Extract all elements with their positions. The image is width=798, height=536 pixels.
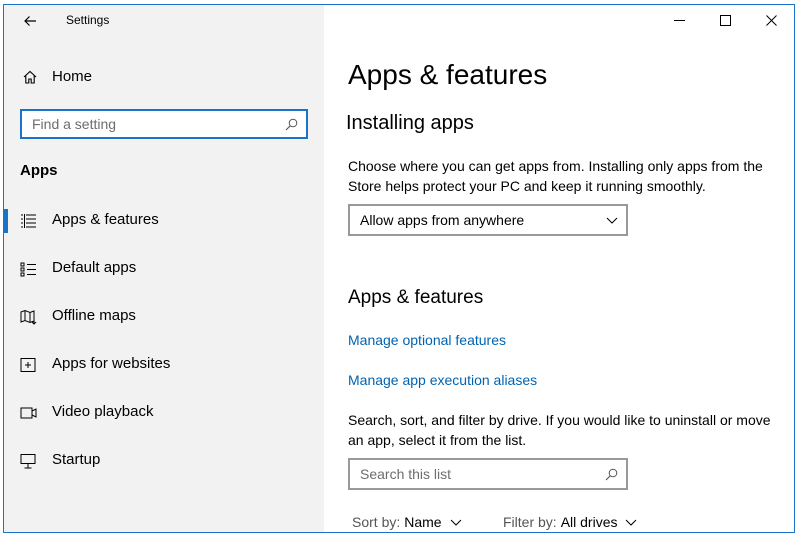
- installing-apps-heading: Installing apps: [346, 112, 474, 134]
- settings-window: Settings Home Apps Apps & feat: [3, 4, 795, 533]
- filter-dropdown[interactable]: Filter by: All drives: [503, 514, 637, 530]
- chevron-down-icon: [606, 217, 618, 224]
- chevron-down-icon: [626, 519, 637, 526]
- video-playback-icon: [20, 407, 37, 419]
- home-icon: [23, 70, 37, 84]
- back-arrow-icon: [24, 16, 36, 26]
- dropdown-value: Allow apps from anywhere: [360, 212, 525, 228]
- startup-icon: [20, 454, 36, 469]
- sidebar-item-video-playback[interactable]: Video playback: [4, 389, 324, 437]
- sidebar-item-offline-maps[interactable]: Offline maps: [4, 293, 324, 341]
- manage-execution-aliases-link[interactable]: Manage app execution aliases: [348, 372, 537, 388]
- sidebar-item-default-apps[interactable]: Default apps: [4, 245, 324, 293]
- sidebar-item-apps-websites[interactable]: Apps for websites: [4, 341, 324, 389]
- search-icon: [605, 468, 618, 481]
- find-setting-input[interactable]: [22, 111, 272, 137]
- sidebar-item-label: Video playback: [52, 403, 154, 420]
- sidebar-item-startup[interactable]: Startup: [4, 437, 324, 485]
- filter-label: Filter by:: [503, 514, 557, 530]
- search-list-input[interactable]: [350, 460, 590, 488]
- find-setting-search[interactable]: [20, 109, 308, 139]
- nav-list: Apps & features Default apps Offline map…: [4, 197, 324, 485]
- filter-value: All drives: [560, 514, 618, 530]
- app-source-dropdown[interactable]: Allow apps from anywhere: [348, 204, 628, 236]
- nav-home[interactable]: Home: [4, 61, 324, 91]
- section-label: Apps: [20, 162, 58, 179]
- sidebar-item-label: Apps for websites: [52, 355, 171, 372]
- offline-maps-icon: [20, 309, 37, 325]
- sort-label: Sort by:: [352, 514, 401, 530]
- chevron-down-icon: [450, 519, 461, 526]
- selection-indicator: [4, 209, 8, 233]
- window-title: Settings: [66, 13, 110, 27]
- sidebar-item-label: Startup: [52, 451, 101, 468]
- sidebar-item-label: Default apps: [52, 259, 137, 276]
- sort-dropdown[interactable]: Sort by: Name: [352, 514, 462, 530]
- manage-optional-features-link[interactable]: Manage optional features: [348, 332, 506, 348]
- sidebar: Settings Home Apps Apps & feat: [4, 5, 324, 532]
- sort-value: Name: [404, 514, 442, 530]
- search-icon: [285, 118, 298, 131]
- search-list-box[interactable]: [348, 458, 628, 490]
- page-title: Apps & features: [348, 59, 548, 90]
- nav-home-label: Home: [52, 68, 93, 85]
- sidebar-item-label: Offline maps: [52, 307, 136, 324]
- back-button[interactable]: [12, 7, 48, 35]
- sidebar-item-apps-features[interactable]: Apps & features: [4, 197, 324, 245]
- sidebar-item-label: Apps & features: [52, 211, 159, 228]
- installing-apps-description: Choose where you can get apps from. Inst…: [348, 158, 763, 194]
- search-description: Search, sort, and filter by drive. If yo…: [348, 412, 771, 448]
- apps-features-heading: Apps & features: [348, 287, 484, 308]
- default-apps-icon: [20, 262, 36, 277]
- title-bar: Settings: [4, 5, 324, 35]
- main-content: Apps & features Installing apps Choose w…: [324, 5, 794, 532]
- apps-features-icon: [21, 214, 36, 228]
- apps-websites-icon: [20, 358, 36, 372]
